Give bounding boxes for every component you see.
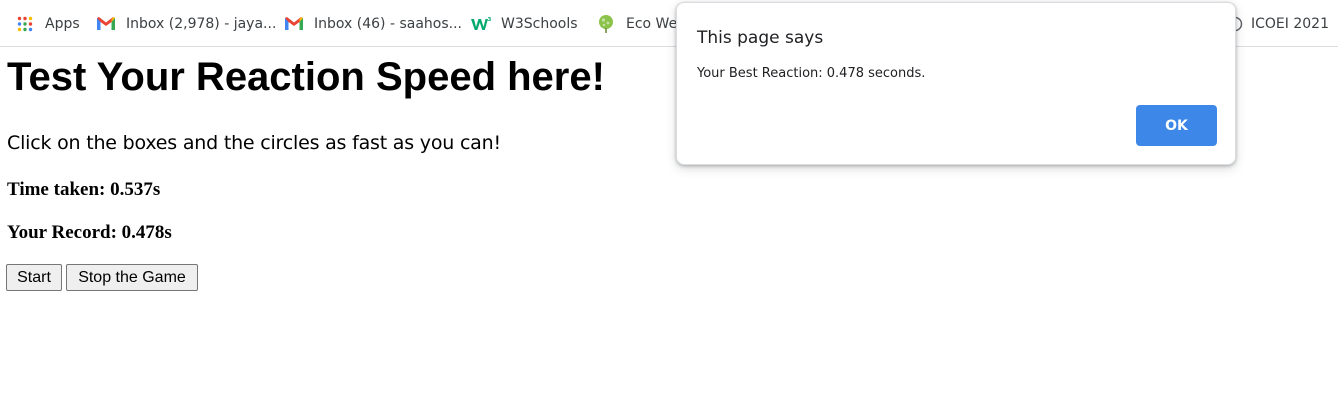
apps-grid-icon [15, 14, 35, 34]
w3schools-icon: 3 [471, 14, 491, 34]
bookmark-eco[interactable]: Eco We [596, 0, 677, 47]
gmail-icon [284, 14, 304, 34]
bookmark-w3schools[interactable]: 3 W3Schools [471, 0, 578, 47]
bookmark-inbox-2[interactable]: Inbox (46) - saahos... [284, 0, 462, 47]
svg-text:3: 3 [488, 17, 492, 23]
bookmark-label: Apps [45, 15, 80, 32]
bookmark-label: W3Schools [501, 15, 578, 32]
eco-leaf-icon [596, 14, 616, 34]
ok-button[interactable]: OK [1136, 105, 1217, 146]
stop-game-button[interactable]: Stop the Game [66, 264, 198, 291]
bookmark-apps[interactable]: Apps [15, 0, 80, 47]
record-text: Your Record: 0.478s [7, 222, 172, 243]
bookmark-inbox-1[interactable]: Inbox (2,978) - jaya... [96, 0, 276, 47]
alert-dialog: This page says Your Best Reaction: 0.478… [676, 2, 1236, 165]
bookmark-label: Eco We [626, 15, 678, 32]
bookmark-icoei[interactable]: ICOEI 2021 [1225, 0, 1329, 47]
instructions-text: Click on the boxes and the circles as fa… [7, 132, 501, 154]
bookmark-label: Inbox (2,978) - jaya... [126, 15, 277, 32]
page-title: Test Your Reaction Speed here! [7, 55, 605, 99]
bookmark-label: Inbox (46) - saahos... [314, 15, 462, 32]
start-button[interactable]: Start [6, 264, 62, 291]
time-taken-text: Time taken: 0.537s [7, 179, 161, 200]
bookmark-label: ICOEI 2021 [1251, 15, 1329, 32]
dialog-title: This page says [697, 28, 824, 48]
gmail-icon [96, 14, 116, 34]
dialog-message: Your Best Reaction: 0.478 seconds. [697, 66, 926, 81]
